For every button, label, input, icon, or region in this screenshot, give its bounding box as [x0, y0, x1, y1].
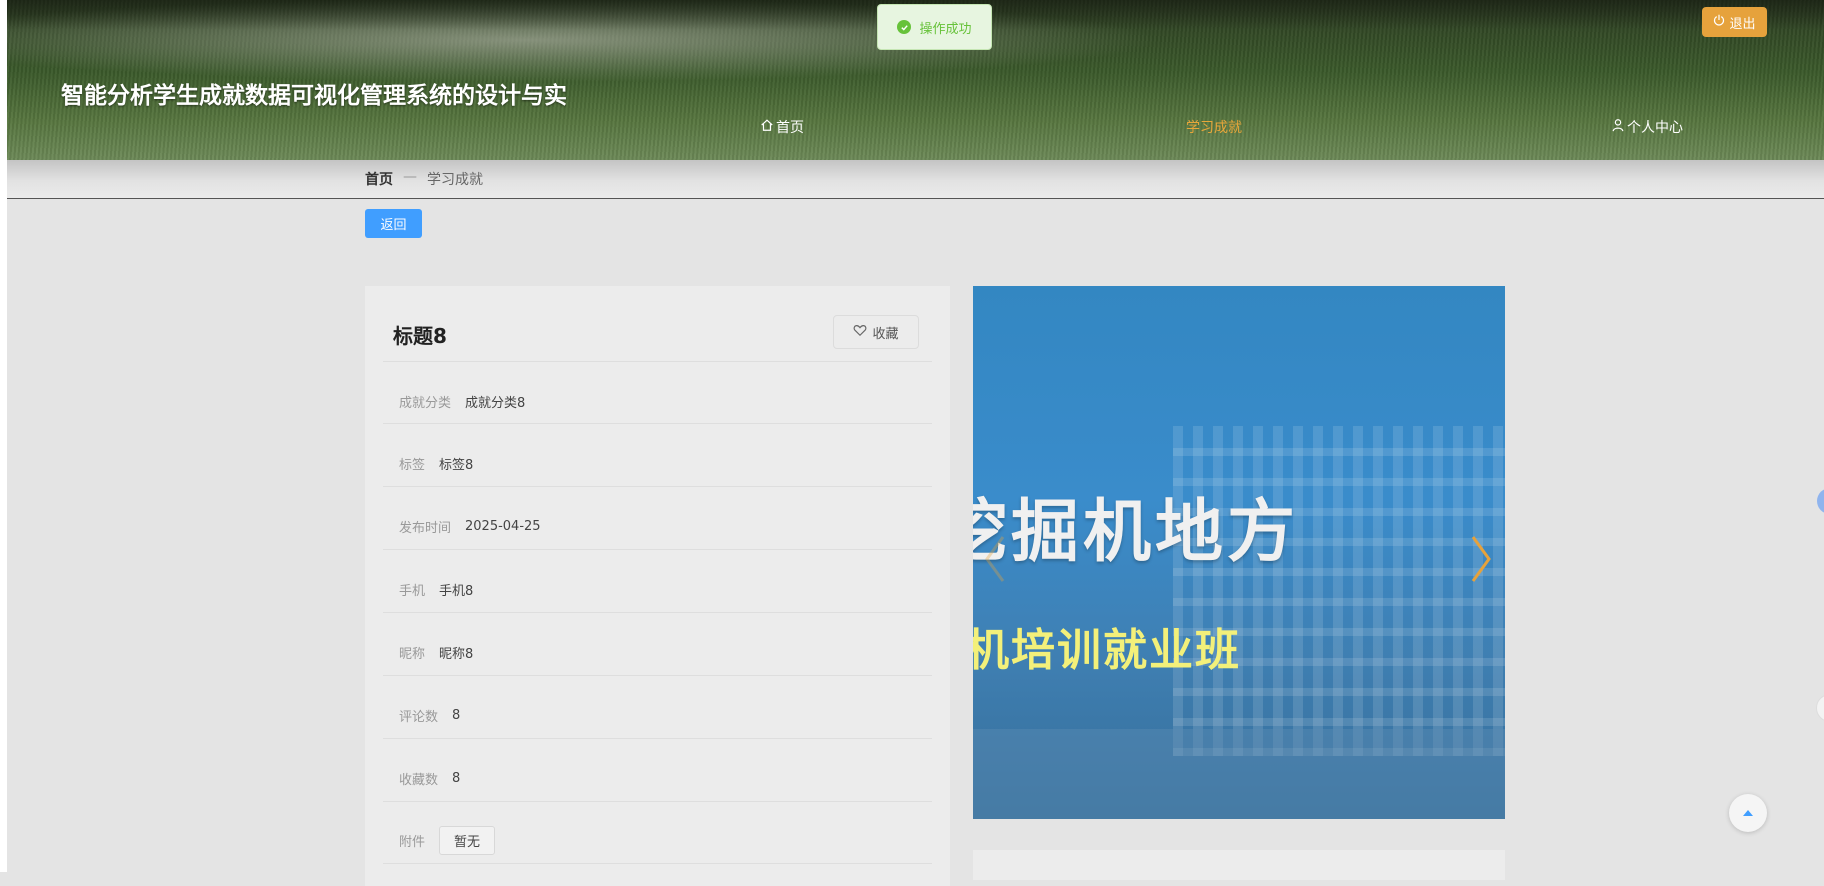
favorite-button[interactable]: 收藏 — [833, 315, 919, 349]
nav-learning-achievement-label: 学习成就 — [1186, 120, 1242, 136]
field-label: 评论数 — [399, 710, 439, 725]
nav-home[interactable]: 首页 — [760, 117, 804, 137]
image-carousel: 挖掘机地方 机培训就业班 — [973, 286, 1505, 819]
field-value: 成就分类8 — [465, 396, 526, 411]
detail-title: 标题8 — [393, 324, 447, 348]
divider — [383, 423, 932, 424]
field-label: 成就分类 — [399, 396, 452, 411]
divider — [383, 801, 932, 802]
field-tag: 标签 标签8 — [399, 454, 473, 473]
home-icon — [760, 118, 774, 136]
left-edge-strip — [0, 0, 7, 872]
breadcrumb: 首页 — 学习成就 — [365, 169, 483, 189]
field-attachment: 附件 暂无 — [399, 826, 496, 855]
breadcrumb-home[interactable]: 首页 — [365, 169, 393, 189]
divider — [383, 612, 932, 613]
field-label: 发布时间 — [399, 521, 452, 536]
field-value: 昵称8 — [439, 647, 474, 662]
field-value: 手机8 — [439, 584, 474, 599]
field-value: 8 — [452, 771, 461, 786]
heart-icon — [853, 323, 867, 341]
divider — [383, 486, 932, 487]
check-circle-icon — [897, 20, 912, 34]
field-value: 2025-04-25 — [465, 519, 541, 534]
field-phone: 手机 手机8 — [399, 580, 473, 599]
field-category: 成就分类 成就分类8 — [399, 392, 525, 411]
nav-personal-center[interactable]: 个人中心 — [1611, 117, 1683, 137]
field-label: 昵称 — [399, 647, 426, 662]
divider — [383, 549, 932, 550]
logout-label: 退出 — [1729, 16, 1756, 32]
carousel-prev-arrow[interactable] — [979, 529, 1011, 589]
field-label: 收藏数 — [399, 773, 439, 788]
image-text-line2: 机培训就业班 — [973, 625, 1241, 676]
field-comment-count: 评论数 8 — [399, 706, 460, 725]
nav-personal-center-label: 个人中心 — [1627, 120, 1683, 136]
site-title: 智能分析学生成就数据可视化管理系统的设计与实现 — [61, 83, 567, 160]
divider — [383, 863, 932, 864]
success-toast: 操作成功 — [877, 4, 992, 50]
caret-up-icon — [1742, 804, 1754, 823]
back-button[interactable]: 返回 — [365, 209, 422, 238]
field-label: 标签 — [399, 458, 426, 473]
breadcrumb-separator: — — [403, 169, 417, 185]
nav-home-label: 首页 — [776, 120, 804, 136]
lower-card — [973, 850, 1505, 880]
favorite-label: 收藏 — [872, 326, 899, 342]
field-value: 标签8 — [439, 458, 474, 473]
image-text-line1: 挖掘机地方 — [973, 493, 1300, 572]
side-float-button[interactable] — [1816, 694, 1824, 722]
side-float-button[interactable] — [1817, 488, 1824, 514]
breadcrumb-current: 学习成就 — [427, 172, 483, 188]
field-publish-time: 发布时间 2025-04-25 — [399, 517, 541, 536]
field-label: 手机 — [399, 584, 426, 599]
divider — [383, 738, 932, 739]
user-icon — [1611, 118, 1625, 136]
nav-learning-achievement[interactable]: 学习成就 — [1186, 117, 1242, 137]
field-nickname: 昵称 昵称8 — [399, 643, 473, 662]
field-label: 附件 — [399, 835, 426, 850]
toast-message: 操作成功 — [919, 21, 972, 37]
field-favorite-count: 收藏数 8 — [399, 769, 460, 788]
ground-image — [973, 729, 1505, 819]
carousel-next-arrow[interactable] — [1465, 529, 1497, 589]
breadcrumb-band — [7, 160, 1824, 199]
attachment-value[interactable]: 暂无 — [439, 826, 496, 855]
power-icon — [1713, 14, 1725, 30]
back-to-top-button[interactable] — [1729, 794, 1767, 832]
divider — [383, 361, 932, 362]
divider — [383, 675, 932, 676]
field-value: 8 — [452, 708, 461, 723]
detail-card: 标题8 收藏 成就分类 成就分类8 标签 标签8 发布时间 2025-04-25… — [365, 286, 950, 886]
logout-button[interactable]: 退出 — [1702, 7, 1767, 37]
